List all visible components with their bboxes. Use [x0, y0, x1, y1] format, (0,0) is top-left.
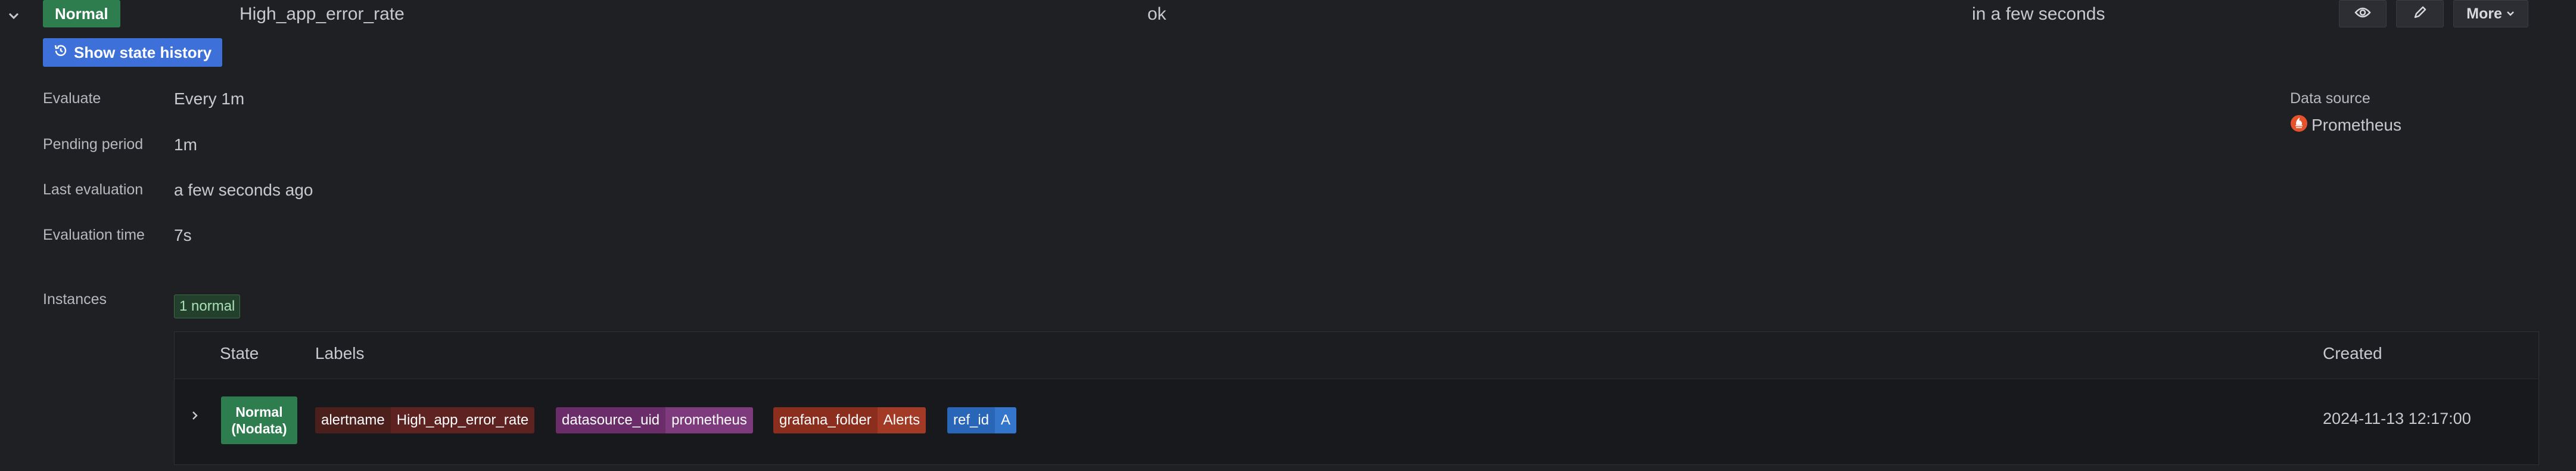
- evaluate-value: Every 1m: [174, 89, 245, 108]
- data-source[interactable]: Prometheus: [2290, 114, 2401, 135]
- column-header-state: State: [220, 344, 259, 362]
- label-ref-id: ref_id A: [947, 407, 1017, 433]
- eye-icon: [2354, 7, 2371, 21]
- label-key: ref_id: [947, 407, 995, 433]
- prometheus-icon: [2290, 114, 2308, 135]
- rule-state-badge: Normal: [43, 0, 120, 27]
- label-alertname: alertname High_app_error_rate: [315, 407, 535, 433]
- rule-health: ok: [1147, 4, 1166, 24]
- last-evaluation-label: Last evaluation: [43, 181, 144, 198]
- data-source-label: Data source: [2290, 90, 2370, 107]
- evaluation-time-label: Evaluation time: [43, 227, 145, 243]
- instances-label: Instances: [43, 291, 107, 308]
- label-value: prometheus: [665, 407, 753, 433]
- table-header: State Labels Created: [175, 332, 2538, 379]
- chevron-down-icon: [2506, 5, 2515, 23]
- instances-table: State Labels Created Normal (Nodata) ale…: [174, 331, 2539, 465]
- show-state-history-label: Show state history: [74, 43, 212, 61]
- next-evaluation: in a few seconds: [1972, 4, 2105, 24]
- instance-state-badge: Normal (Nodata): [221, 396, 297, 444]
- rule-name: High_app_error_rate: [239, 4, 405, 24]
- label-grafana-folder: grafana_folder Alerts: [773, 407, 926, 433]
- table-row: Normal (Nodata) alertname High_app_error…: [175, 379, 2538, 466]
- pencil-icon: [2412, 5, 2428, 23]
- label-key: datasource_uid: [556, 407, 666, 433]
- label-key: grafana_folder: [773, 407, 878, 433]
- label-key: alertname: [315, 407, 391, 433]
- edit-button[interactable]: [2396, 0, 2444, 27]
- more-button-label: More: [2466, 5, 2502, 22]
- instance-created: 2024-11-13 12:17:00: [2323, 410, 2471, 427]
- label-value: A: [995, 407, 1017, 433]
- label-value: Alerts: [877, 407, 926, 433]
- instance-state-line1: Normal: [235, 404, 283, 420]
- more-button[interactable]: More: [2453, 0, 2528, 27]
- label-value: High_app_error_rate: [390, 407, 535, 433]
- data-source-name: Prometheus: [2311, 115, 2401, 134]
- instances-summary-badge: 1 normal: [174, 295, 241, 318]
- show-state-history-button[interactable]: Show state history: [43, 38, 223, 67]
- label-datasource-uid: datasource_uid prometheus: [556, 407, 753, 433]
- last-evaluation-value: a few seconds ago: [174, 181, 313, 199]
- column-header-labels: Labels: [315, 344, 365, 362]
- pending-period-value: 1m: [174, 135, 197, 154]
- expand-row-chevron-icon[interactable]: [183, 404, 207, 427]
- view-button[interactable]: [2339, 0, 2387, 27]
- history-icon: [54, 44, 68, 62]
- pending-period-label: Pending period: [43, 136, 144, 153]
- collapse-chevron-icon[interactable]: [6, 8, 21, 24]
- evaluate-label: Evaluate: [43, 90, 101, 107]
- instance-state-line2: (Nodata): [231, 421, 287, 436]
- evaluation-time-value: 7s: [174, 226, 192, 244]
- column-header-created[interactable]: Created: [2323, 344, 2382, 363]
